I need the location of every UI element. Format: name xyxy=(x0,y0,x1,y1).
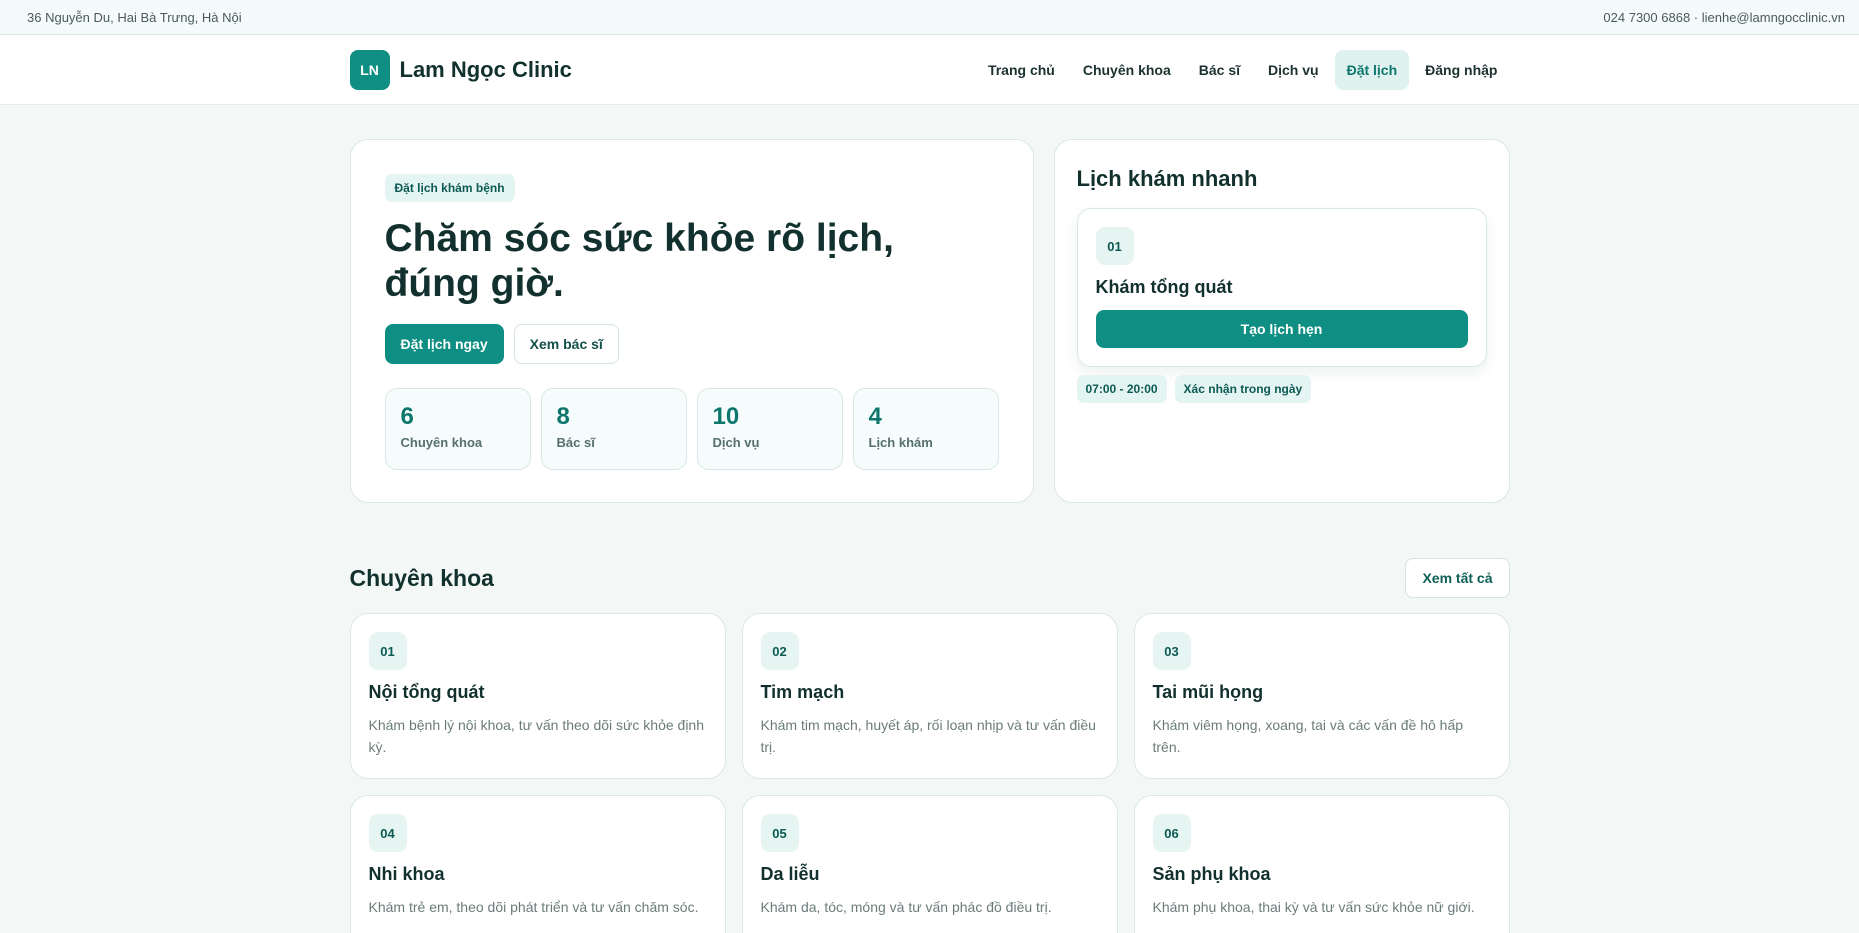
specialties-title: Chuyên khoa xyxy=(349,564,494,591)
specialty-number: 02 xyxy=(760,632,799,670)
quick-service-card: 01 Khám tổng quát Tạo lịch hẹn xyxy=(1076,208,1487,367)
stat-value: 8 xyxy=(556,403,570,430)
logo-mark: LN xyxy=(349,49,390,90)
hero-card: Đặt lịch khám bệnh Chăm sóc sức khỏe rõ … xyxy=(349,139,1034,503)
nav-login[interactable]: Đăng nhập xyxy=(1413,50,1509,90)
specialty-card[interactable]: 03 Tai mũi họng Khám viêm họng, xoang, t… xyxy=(1133,613,1510,779)
brand-name: Lam Ngọc Clinic xyxy=(399,56,572,82)
service-number: 01 xyxy=(1095,227,1134,265)
top-info-bar: 36 Nguyễn Du, Hai Bà Trưng, Hà Nội 024 7… xyxy=(0,0,1859,35)
stat-label: Bác sĩ xyxy=(556,435,595,450)
quick-booking-card: Lịch khám nhanh 01 Khám tổng quát Tạo lị… xyxy=(1053,139,1510,503)
stats-row: 6 Chuyên khoa 8 Bác sĩ 10 Dịch vụ 4 Lịch… xyxy=(384,388,999,470)
stat-appointments: 4 Lịch khám xyxy=(852,388,999,470)
create-appointment-button[interactable]: Tạo lịch hẹn xyxy=(1095,310,1468,348)
specialty-card[interactable]: 06 Sản phụ khoa Khám phụ khoa, thai kỳ v… xyxy=(1133,795,1510,933)
stat-label: Chuyên khoa xyxy=(400,435,483,450)
quick-booking-title: Lịch khám nhanh xyxy=(1076,166,1258,191)
stat-specialties: 6 Chuyên khoa xyxy=(384,388,531,470)
specialty-name: Nhi khoa xyxy=(368,864,445,884)
brand-logo-link[interactable]: LN Lam Ngọc Clinic xyxy=(349,49,572,90)
specialty-number: 01 xyxy=(368,632,407,670)
nav-services[interactable]: Dịch vụ xyxy=(1256,50,1331,90)
nav-booking[interactable]: Đặt lịch xyxy=(1334,49,1410,90)
opening-hours-tag: 07:00 - 20:00 xyxy=(1076,375,1167,403)
stat-value: 4 xyxy=(868,403,882,430)
specialty-description: Khám viêm họng, xoang, tai và các vấn đề… xyxy=(1152,717,1464,755)
specialty-card[interactable]: 05 Da liễu Khám da, tóc, móng và tư vấn … xyxy=(741,795,1118,933)
view-doctors-button[interactable]: Xem bác sĩ xyxy=(513,324,619,364)
specialty-name: Tai mũi họng xyxy=(1152,682,1264,702)
stat-label: Lịch khám xyxy=(868,435,933,450)
specialty-name: Da liễu xyxy=(760,864,820,884)
same-day-confirm-tag: Xác nhận trong ngày xyxy=(1174,375,1312,403)
specialty-card[interactable]: 01 Nội tổng quát Khám bệnh lý nội khoa, … xyxy=(349,613,726,779)
nav-home[interactable]: Trang chủ xyxy=(976,50,1067,90)
nav-specialties[interactable]: Chuyên khoa xyxy=(1071,50,1183,90)
hero-badge: Đặt lịch khám bệnh xyxy=(384,174,515,202)
main-nav: Trang chủ Chuyên khoa Bác sĩ Dịch vụ Đặt… xyxy=(976,49,1510,90)
nav-doctors[interactable]: Bác sĩ xyxy=(1187,50,1252,90)
specialty-card[interactable]: 04 Nhi khoa Khám trẻ em, theo dõi phát t… xyxy=(349,795,726,933)
specialty-number: 06 xyxy=(1152,814,1191,852)
specialty-name: Nội tổng quát xyxy=(368,682,485,702)
view-all-button[interactable]: Xem tất cả xyxy=(1405,558,1510,598)
service-name: Khám tổng quát xyxy=(1095,277,1233,297)
main-content: Đặt lịch khám bệnh Chăm sóc sức khỏe rõ … xyxy=(349,139,1510,933)
specialty-description: Khám phụ khoa, thai kỳ và tư vấn sức khỏ… xyxy=(1152,899,1475,915)
specialty-number: 04 xyxy=(368,814,407,852)
specialty-name: Sản phụ khoa xyxy=(1152,864,1271,884)
specialty-name: Tim mạch xyxy=(760,682,845,702)
book-now-button[interactable]: Đặt lịch ngay xyxy=(384,324,504,364)
stat-services: 10 Dịch vụ xyxy=(696,388,843,470)
specialty-card[interactable]: 02 Tim mạch Khám tim mạch, huyết áp, rối… xyxy=(741,613,1118,779)
specialty-description: Khám trẻ em, theo dõi phát triển và tư v… xyxy=(368,899,699,915)
specialty-description: Khám bệnh lý nội khoa, tư vấn theo dõi s… xyxy=(368,717,705,755)
stat-value: 10 xyxy=(712,403,740,430)
stat-label: Dịch vụ xyxy=(712,435,760,450)
clinic-address: 36 Nguyễn Du, Hai Bà Trưng, Hà Nội xyxy=(27,9,242,25)
specialty-number: 05 xyxy=(760,814,799,852)
specialties-grid: 01 Nội tổng quát Khám bệnh lý nội khoa, … xyxy=(349,613,1510,933)
stat-doctors: 8 Bác sĩ xyxy=(540,388,687,470)
specialty-description: Khám tim mạch, huyết áp, rối loạn nhịp v… xyxy=(760,717,1096,755)
specialty-description: Khám da, tóc, móng và tư vấn phác đồ điề… xyxy=(760,899,1052,915)
site-header: LN Lam Ngọc Clinic Trang chủ Chuyên khoa… xyxy=(0,35,1859,105)
clinic-contact: 024 7300 6868 · lienhe@lamngocclinic.vn xyxy=(1603,9,1845,25)
stat-value: 6 xyxy=(400,403,414,430)
hero-title: Chăm sóc sức khỏe rõ lịch, đúng giờ. xyxy=(384,217,894,305)
specialty-number: 03 xyxy=(1152,632,1191,670)
